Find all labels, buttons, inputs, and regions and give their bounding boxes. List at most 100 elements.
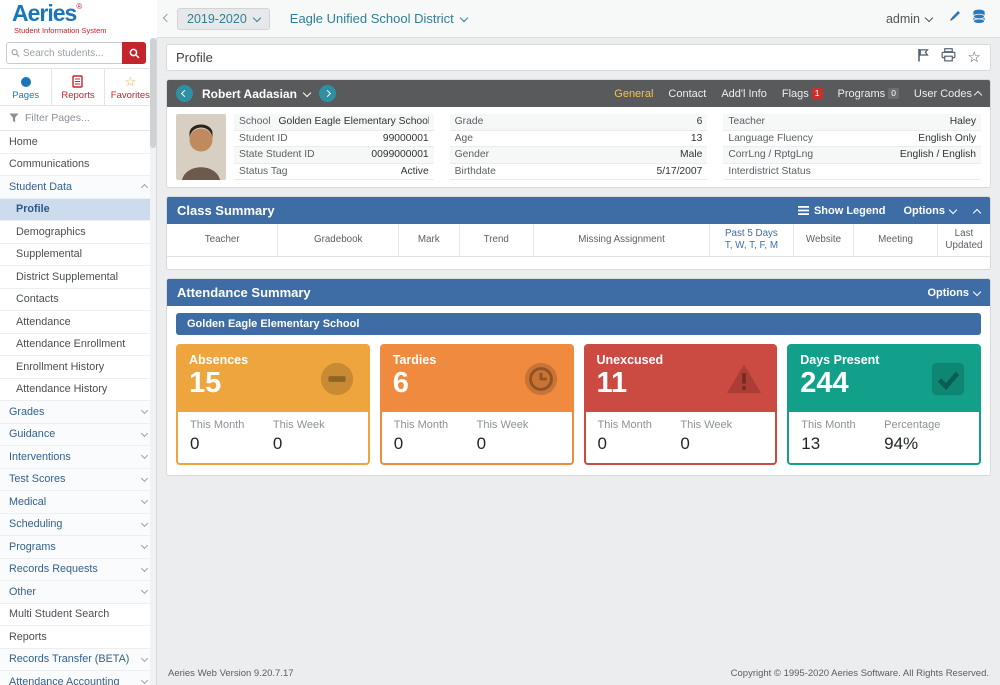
- stat-value: 94%: [884, 434, 967, 454]
- tab-reports[interactable]: Reports: [52, 69, 104, 105]
- sidebar-item-district-supplemental[interactable]: District Supplemental: [0, 266, 156, 289]
- column-header-last-updated[interactable]: Last Updated: [938, 224, 990, 256]
- sidebar-item-label: Attendance Accounting: [9, 676, 119, 685]
- student-name-menu[interactable]: Robert Aadasian: [202, 87, 310, 101]
- sidebar-item-multi-student-search[interactable]: Multi Student Search: [0, 604, 156, 627]
- field-label: Teacher: [728, 116, 765, 128]
- column-label: Mark: [401, 234, 457, 246]
- district-name: Eagle Unified School District: [290, 11, 454, 26]
- tab-contact[interactable]: Contact: [668, 88, 706, 100]
- pen-icon[interactable]: [948, 9, 962, 28]
- sidebar-item-supplemental[interactable]: Supplemental: [0, 244, 156, 267]
- class-summary-collapse-button[interactable]: [974, 205, 980, 217]
- school-year-select[interactable]: 2019-2020: [177, 8, 270, 30]
- sidebar-item-records-transfer-beta[interactable]: Records Transfer (BETA): [0, 649, 156, 672]
- chevron-left-icon: [181, 90, 188, 97]
- print-icon[interactable]: [941, 48, 956, 67]
- tab-favorites[interactable]: ☆ Favorites: [105, 69, 156, 105]
- student-photo[interactable]: [176, 114, 226, 180]
- days-present-card[interactable]: Days Present 244 This Month13 Percentage…: [787, 344, 981, 465]
- column-header-teacher[interactable]: Teacher: [167, 224, 278, 256]
- student-name: Robert Aadasian: [202, 87, 297, 101]
- sidebar-item-programs[interactable]: Programs: [0, 536, 156, 559]
- sidebar-item-label: Demographics: [16, 226, 86, 238]
- attendance-school-bar[interactable]: Golden Eagle Elementary School: [176, 313, 981, 335]
- aeries-logo[interactable]: Aeries® Student Information System: [0, 0, 157, 38]
- tab-pages[interactable]: Pages: [0, 69, 52, 105]
- student-search-row: [0, 38, 156, 68]
- tab-addl-info[interactable]: Add'l Info: [721, 88, 767, 100]
- column-header-past-5-days[interactable]: Past 5 DaysT, W, T, F, M: [710, 224, 794, 256]
- sidebar-item-label: Programs: [9, 541, 56, 553]
- column-header-trend[interactable]: Trend: [460, 224, 534, 256]
- tardies-card[interactable]: Tardies 6 This Month0 This Week0: [380, 344, 574, 465]
- field-value: 5/17/2007: [657, 166, 703, 178]
- sidebar-item-demographics[interactable]: Demographics: [0, 221, 156, 244]
- chevron-down-icon: [141, 430, 148, 437]
- column-header-meeting[interactable]: Meeting: [854, 224, 938, 256]
- sidebar-item-other[interactable]: Other: [0, 581, 156, 604]
- next-student-button[interactable]: [319, 85, 336, 102]
- chevron-down-icon: [253, 13, 261, 21]
- card-header: Absences 15: [178, 346, 368, 412]
- tab-user-codes[interactable]: User Codes: [914, 88, 981, 100]
- sidebar-scrollbar-thumb[interactable]: [150, 38, 156, 148]
- sidebar-item-attendance-enrollment[interactable]: Attendance Enrollment: [0, 334, 156, 357]
- admin-user-menu[interactable]: admin: [886, 12, 932, 26]
- sidebar-item-label: Profile: [16, 203, 50, 215]
- pages-dot-icon: [0, 74, 51, 89]
- tab-flags[interactable]: Flags1: [782, 88, 823, 100]
- column-label: Missing Assignment: [536, 234, 707, 246]
- sidebar-item-communications[interactable]: Communications: [0, 154, 156, 177]
- sidebar-item-contacts[interactable]: Contacts: [0, 289, 156, 312]
- sidebar-scrollbar[interactable]: [150, 38, 156, 685]
- sidebar-item-profile[interactable]: Profile: [0, 199, 156, 222]
- sidebar-item-medical[interactable]: Medical: [0, 491, 156, 514]
- sidebar-item-home[interactable]: Home: [0, 131, 156, 154]
- sidebar-item-attendance[interactable]: Attendance: [0, 311, 156, 334]
- sidebar-item-attendance-history[interactable]: Attendance History: [0, 379, 156, 402]
- show-legend-button[interactable]: Show Legend: [798, 205, 886, 217]
- sidebar-item-guidance[interactable]: Guidance: [0, 424, 156, 447]
- column-label: Gradebook: [280, 234, 396, 246]
- search-button[interactable]: [122, 42, 146, 64]
- field-rows: Grade6 Age13 GenderMale Birthdate5/17/20…: [450, 114, 708, 180]
- field-label: School: [239, 116, 270, 128]
- sidebar-item-test-scores[interactable]: Test Scores: [0, 469, 156, 492]
- tab-label: Flags: [782, 88, 809, 100]
- main-content: Profile ☆ Robert Aadasian: [157, 38, 1000, 685]
- sidebar-collapse-button[interactable]: [157, 10, 177, 28]
- column-header-mark[interactable]: Mark: [399, 224, 460, 256]
- field-label: Status Tag: [239, 166, 287, 178]
- column-header-missing-assignment[interactable]: Missing Assignment: [534, 224, 710, 256]
- minus-circle-icon: [318, 360, 356, 403]
- previous-student-button[interactable]: [176, 85, 193, 102]
- database-icon[interactable]: [972, 9, 986, 29]
- sidebar-item-student-data[interactable]: Student Data: [0, 176, 156, 199]
- district-select[interactable]: Eagle Unified School District: [290, 11, 467, 26]
- attendance-options-button[interactable]: Options: [927, 287, 980, 299]
- stat-value: 0: [598, 434, 681, 454]
- absences-card[interactable]: Absences 15 This Month0 This Week0: [176, 344, 370, 465]
- sidebar-item-records-requests[interactable]: Records Requests: [0, 559, 156, 582]
- flag-icon[interactable]: [917, 48, 929, 67]
- sidebar-item-reports[interactable]: Reports: [0, 626, 156, 649]
- search-students-input[interactable]: [23, 48, 118, 59]
- attendance-school-name: Golden Eagle Elementary School: [187, 318, 359, 330]
- column-sublabel: T, W, T, F, M: [712, 240, 791, 252]
- sidebar-item-scheduling[interactable]: Scheduling: [0, 514, 156, 537]
- sidebar-item-attendance-accounting[interactable]: Attendance Accounting: [0, 671, 156, 685]
- sidebar-item-grades[interactable]: Grades: [0, 401, 156, 424]
- tab-label: Contact: [668, 88, 706, 100]
- unexcused-card[interactable]: Unexcused 11 This Month0 This Week0: [584, 344, 778, 465]
- column-header-gradebook[interactable]: Gradebook: [278, 224, 399, 256]
- app-root: Aeries® Student Information System 2019-…: [0, 0, 1000, 685]
- filter-pages-input[interactable]: [25, 112, 135, 124]
- tab-general[interactable]: General: [614, 88, 653, 100]
- tab-programs[interactable]: Programs0: [838, 88, 899, 100]
- favorite-star-icon[interactable]: ☆: [968, 50, 981, 65]
- sidebar-item-interventions[interactable]: Interventions: [0, 446, 156, 469]
- sidebar-item-enrollment-history[interactable]: Enrollment History: [0, 356, 156, 379]
- column-header-website[interactable]: Website: [794, 224, 855, 256]
- class-summary-options-button[interactable]: Options: [903, 205, 956, 217]
